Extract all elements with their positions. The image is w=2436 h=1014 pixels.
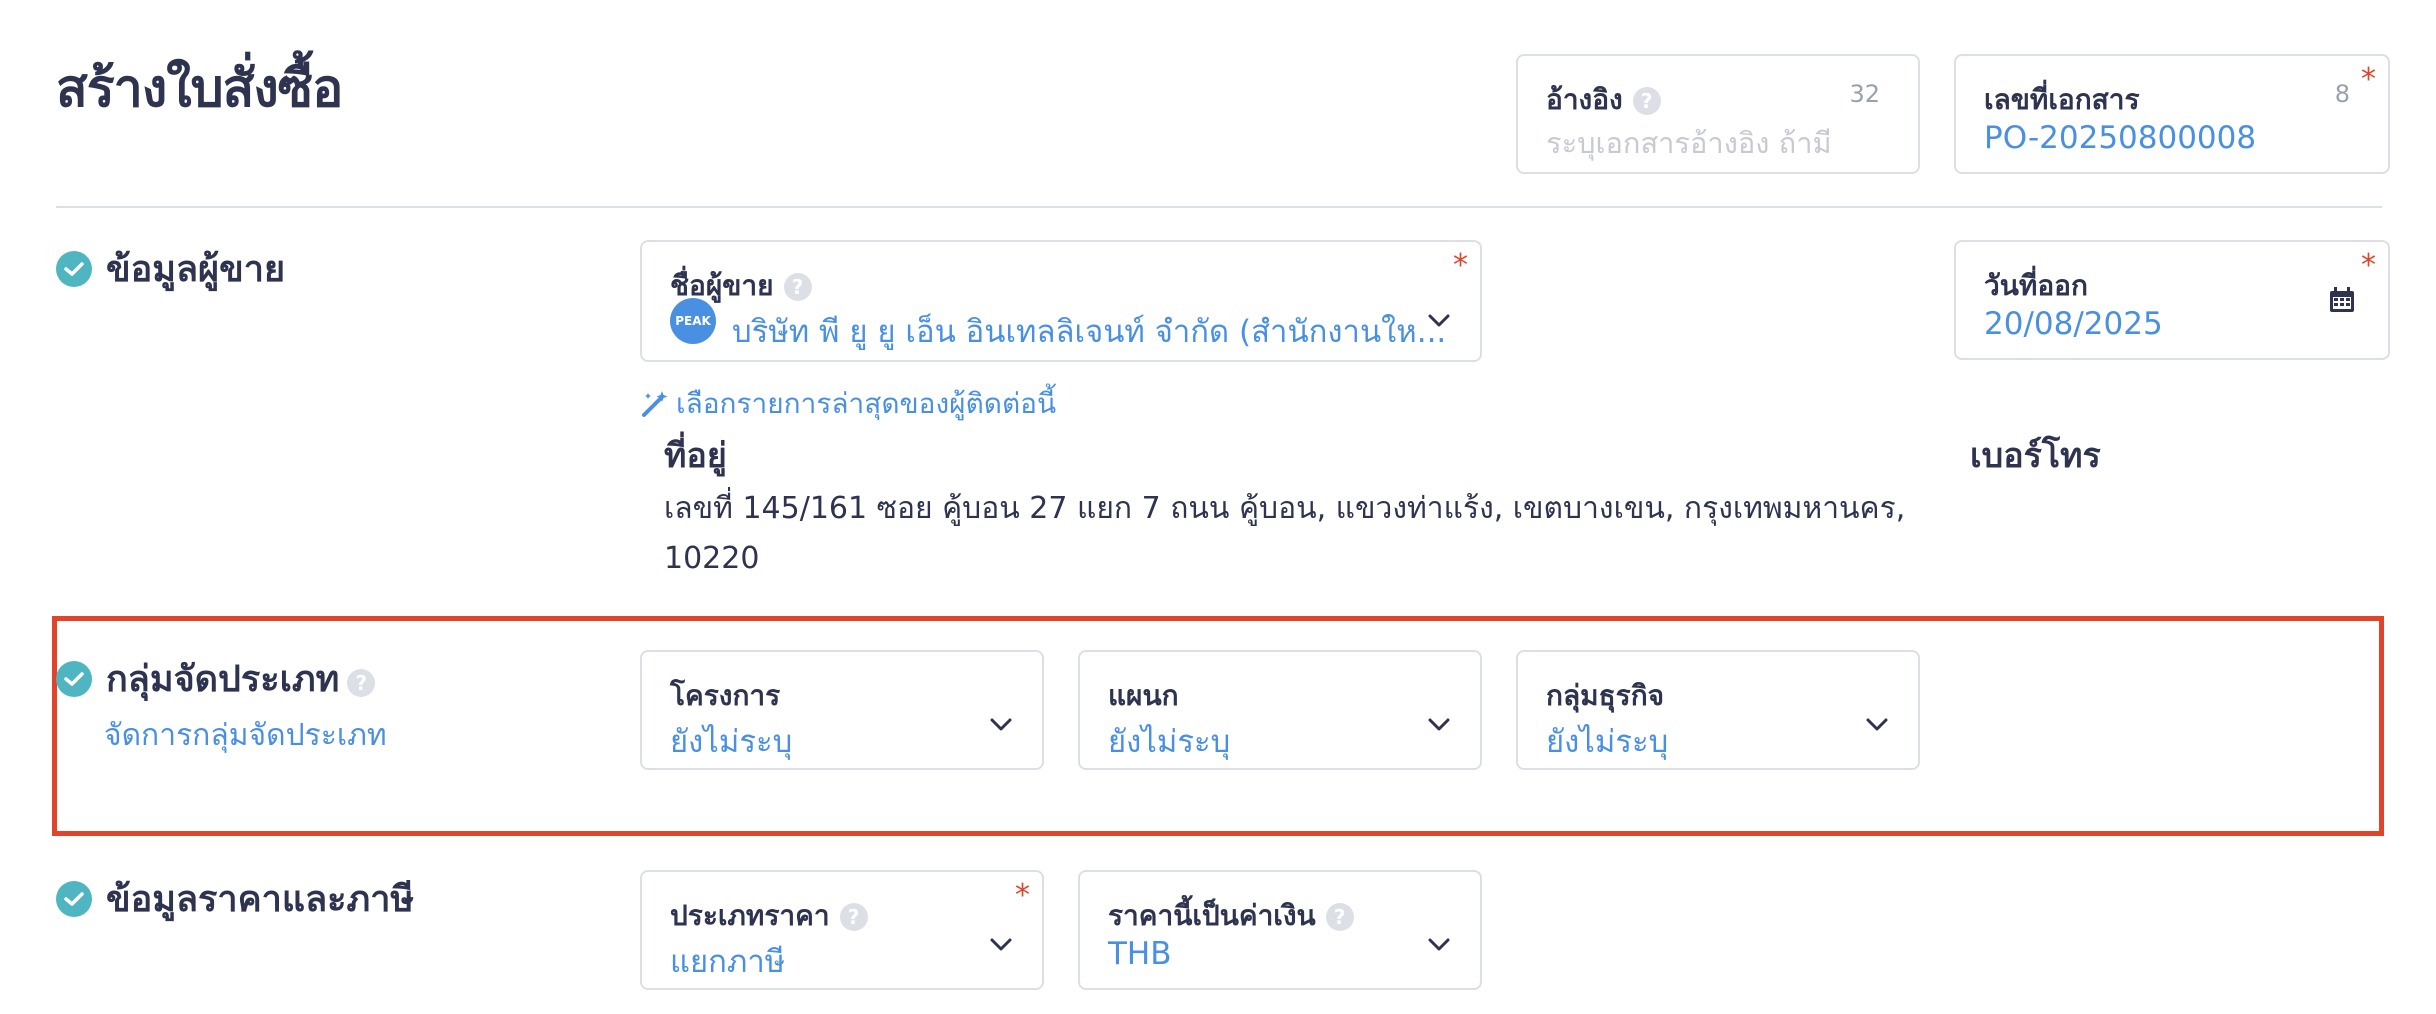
phone-label: เบอร์โทร <box>1970 436 2101 476</box>
chevron-down-icon[interactable] <box>1428 718 1450 732</box>
doc-number-field[interactable]: เลขที่เอกสาร 8 * PO-20250800008 <box>1954 54 2390 174</box>
pricing-section-title: ข้อมูลราคาและภาษี <box>106 879 415 920</box>
business-group-value: ยังไม่ระบุ <box>1546 724 1669 760</box>
check-circle-icon <box>56 880 92 917</box>
project-label: โครงการ <box>670 679 781 712</box>
reference-char-counter: 32 <box>1849 80 1880 108</box>
reference-label-text: อ้างอิง <box>1546 83 1623 116</box>
department-select[interactable]: แผนก ยังไม่ระบุ <box>1078 650 1482 770</box>
price-type-select[interactable]: ประเภทราคา? * แยกภาษี <box>640 870 1044 990</box>
help-icon[interactable]: ? <box>839 903 868 931</box>
doc-number-counter: 8 <box>2334 80 2350 108</box>
recent-selection-text[interactable]: เลือกรายการล่าสุดของผู้ติดต่อนี้ <box>676 382 1056 426</box>
check-circle-icon <box>56 660 92 697</box>
manage-category-link[interactable]: จัดการกลุ่มจัดประเภท <box>104 712 387 759</box>
category-section-title: กลุ่มจัดประเภท <box>106 659 340 700</box>
chevron-down-icon[interactable] <box>1428 314 1450 328</box>
chevron-down-icon[interactable] <box>990 938 1012 952</box>
currency-select[interactable]: ราคานี้เป็นค่าเงิน? THB <box>1078 870 1482 990</box>
price-type-label: ประเภทราคา? <box>670 894 868 938</box>
chevron-down-icon[interactable] <box>990 718 1012 732</box>
vendor-name-value: บริษัท พี ยู ยู เอ็น อินเทลลิเจนท์ จำกัด… <box>732 314 1447 350</box>
vendor-section-title: ข้อมูลผู้ขาย <box>106 249 286 290</box>
required-marker: * <box>2361 62 2376 97</box>
check-circle-icon <box>56 250 92 287</box>
pricing-section-heading: ข้อมูลราคาและภาษี <box>56 870 414 927</box>
reference-input[interactable]: ระบุเอกสารอ้างอิง ถ้ามี <box>1546 120 1832 166</box>
currency-value: THB <box>1108 936 1172 972</box>
reference-label: อ้างอิง? <box>1546 78 1661 122</box>
vendor-section-heading: ข้อมูลผู้ขาย <box>56 240 285 297</box>
reference-field[interactable]: อ้างอิง? 32 ระบุเอกสารอ้างอิง ถ้ามี <box>1516 54 1920 174</box>
department-value: ยังไม่ระบุ <box>1108 724 1231 760</box>
department-label: แผนก <box>1108 679 1179 712</box>
issue-date-field[interactable]: วันที่ออก * 20/08/2025 <box>1954 240 2390 360</box>
create-po-page: สร้างใบสั่งซื้อ อ้างอิง? 32 ระบุเอกสารอ้… <box>0 0 2436 1014</box>
required-marker: * <box>1015 878 1030 913</box>
vendor-name-label-text: ชื่อผู้ขาย <box>670 269 774 302</box>
issue-date-label: วันที่ออก <box>1984 269 2088 302</box>
price-type-label-text: ประเภทราคา <box>670 899 830 932</box>
currency-label-text: ราคานี้เป็นค่าเงิน <box>1108 899 1316 932</box>
vendor-name-select[interactable]: ชื่อผู้ขาย? * PEAK บริษัท พี ยู ยู เอ็น … <box>640 240 1482 362</box>
business-group-label: กลุ่มธุรกิจ <box>1546 679 1665 712</box>
address-value: เลขที่ 145/161 ซอย คู้บอน 27 แยก 7 ถนน ค… <box>664 491 1906 576</box>
calendar-icon[interactable] <box>2328 286 2356 314</box>
required-marker: * <box>1453 248 1468 283</box>
doc-number-value[interactable]: PO-20250800008 <box>1984 120 2256 156</box>
help-icon[interactable]: ? <box>783 273 812 301</box>
price-type-value: แยกภาษี <box>670 944 786 980</box>
page-title: สร้างใบสั่งซื้อ <box>56 59 343 119</box>
doc-number-label: เลขที่เอกสาร <box>1984 83 2140 116</box>
category-section-heading: กลุ่มจัดประเภท ? <box>56 650 376 707</box>
address-label: ที่อยู่ <box>664 436 727 476</box>
required-marker: * <box>2361 248 2376 283</box>
help-icon[interactable]: ? <box>1325 903 1354 931</box>
vendor-avatar: PEAK <box>670 298 716 344</box>
currency-label: ราคานี้เป็นค่าเงิน? <box>1108 894 1354 938</box>
magic-wand-icon <box>642 391 668 417</box>
issue-date-value[interactable]: 20/08/2025 <box>1984 306 2163 342</box>
business-group-select[interactable]: กลุ่มธุรกิจ ยังไม่ระบุ <box>1516 650 1920 770</box>
header-divider <box>56 206 2382 208</box>
help-icon[interactable]: ? <box>347 668 376 697</box>
help-icon[interactable]: ? <box>1632 87 1661 115</box>
recent-selection-link[interactable]: เลือกรายการล่าสุดของผู้ติดต่อนี้ <box>640 382 1056 426</box>
project-value: ยังไม่ระบุ <box>670 724 793 760</box>
project-select[interactable]: โครงการ ยังไม่ระบุ <box>640 650 1044 770</box>
chevron-down-icon[interactable] <box>1428 938 1450 952</box>
chevron-down-icon[interactable] <box>1866 718 1888 732</box>
